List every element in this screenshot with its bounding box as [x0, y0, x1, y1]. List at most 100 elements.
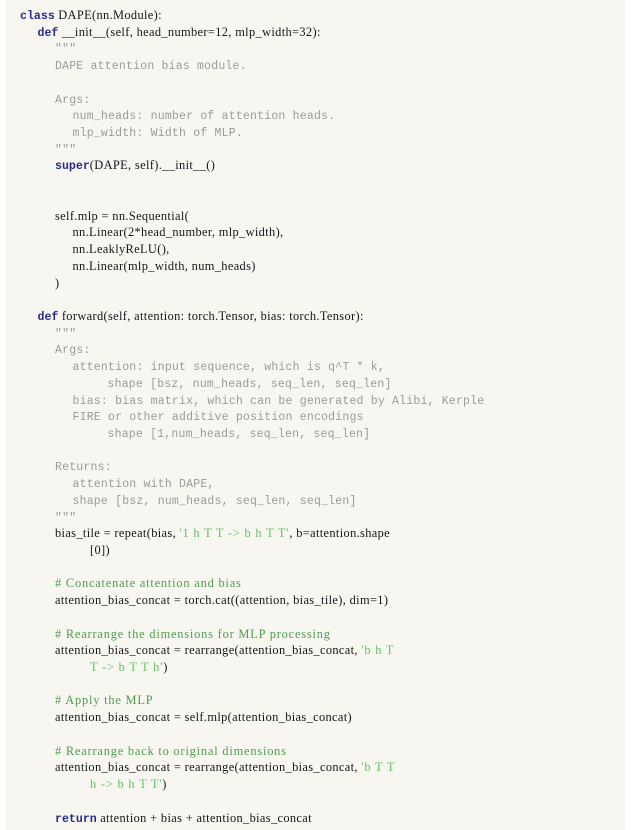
code-token-pl: attention_bias_concat = torch.cat((atten…: [55, 593, 389, 608]
code-token-pl: forward(self, attention: torch.Tensor, b…: [58, 308, 364, 323]
code-line: nn.LeaklyReLU(),: [6, 241, 625, 258]
code-token-cmt: # Apply the MLP: [55, 693, 154, 708]
code-line: nn.Linear(2*head_number, mlp_width),: [6, 224, 625, 241]
code-line: T -> b T T h'): [6, 659, 625, 676]
code-line: num_heads: number of attention heads.: [6, 107, 625, 124]
code-line: """: [6, 141, 625, 158]
code-token-doc: Returns:: [55, 461, 112, 475]
code-listing-panel: class DAPE(nn.Module): def __init__(self,…: [6, 0, 625, 830]
code-line: mlp_width: Width of MLP.: [6, 124, 625, 141]
code-line: nn.Linear(mlp_width, num_heads): [6, 258, 625, 275]
code-token-doc: attention with DAPE,: [72, 478, 215, 492]
code-token-doc: """: [55, 511, 77, 525]
code-line: super(DAPE, self).__init__(): [6, 157, 625, 174]
code-line: attention_bias_concat = torch.cat((atten…: [6, 592, 625, 609]
code-token-pl: ): [162, 777, 167, 792]
code-token-doc: DAPE attention bias module.: [55, 60, 247, 74]
code-token-pl: DAPE(nn.Module):: [54, 8, 162, 22]
code-token-doc: Args:: [55, 344, 91, 358]
code-token-kw: def: [37, 310, 59, 324]
code-line: Returns:: [6, 458, 625, 475]
code-token-pl: [0]): [90, 543, 110, 557]
code-token-pl: attention + bias + attention_bias_concat: [96, 810, 312, 825]
code-token-str: 'b T T: [361, 760, 396, 775]
code-token-pl: attention_bias_concat = rearrange(attent…: [55, 760, 362, 775]
code-token-cmt: # Concatenate attention and bias: [55, 576, 242, 591]
code-token-kw: return: [55, 812, 97, 826]
code-line: ): [6, 275, 625, 292]
code-line: bias_tile = repeat(bias, '1 h T T -> b h…: [6, 525, 625, 542]
code-token-pl: self.mlp = nn.Sequential(: [55, 208, 190, 223]
code-line: """: [6, 509, 625, 526]
code-token-kw: def: [37, 26, 59, 40]
code-line: """: [6, 325, 625, 342]
code-line: [0]): [6, 542, 625, 559]
code-line: """: [6, 40, 625, 57]
code-token-doc: bias: bias matrix, which can be generate…: [72, 394, 485, 408]
code-token-str: T -> b T T h': [90, 660, 164, 675]
code-token-doc: Args:: [55, 93, 91, 107]
code-line: def __init__(self, head_number=12, mlp_w…: [6, 24, 625, 41]
code-token-doc: shape [bsz, num_heads, seq_len, seq_len]: [107, 377, 392, 391]
code-token-doc: shape [1,num_heads, seq_len, seq_len]: [107, 427, 371, 441]
code-line: attention_bias_concat = self.mlp(attenti…: [6, 709, 625, 726]
code-line: attention with DAPE,: [6, 475, 625, 492]
code-line: attention_bias_concat = rearrange(attent…: [6, 642, 625, 659]
code-line: # Rearrange the dimensions for MLP proce…: [6, 626, 625, 643]
code-token-pl: attention_bias_concat = self.mlp(attenti…: [55, 710, 353, 725]
code-lines-container: class DAPE(nn.Module): def __init__(self,…: [6, 0, 625, 826]
code-token-kw: class: [20, 10, 55, 23]
code-line: shape [bsz, num_heads, seq_len, seq_len]: [6, 375, 625, 392]
code-token-doc: """: [55, 143, 77, 157]
code-token-doc: """: [55, 43, 77, 57]
code-token-pl: nn.Linear(2*head_number, mlp_width),: [72, 225, 284, 240]
code-token-doc: FIRE or other additive position encoding…: [72, 411, 364, 425]
code-token-cmt: # Rearrange the dimensions for MLP proce…: [55, 626, 331, 641]
code-line: attention: input sequence, which is q^T …: [6, 358, 625, 375]
code-line: attention_bias_concat = rearrange(attent…: [6, 759, 625, 776]
code-token-pl: __init__(self, head_number=12, mlp_width…: [58, 24, 321, 39]
code-token-doc: num_heads: number of attention heads.: [72, 110, 336, 124]
code-line: bias: bias matrix, which can be generate…: [6, 392, 625, 409]
code-line: shape [1,num_heads, seq_len, seq_len]: [6, 425, 625, 442]
code-line: self.mlp = nn.Sequential(: [6, 208, 625, 225]
code-line: # Rearrange back to original dimensions: [6, 743, 625, 760]
code-line: def forward(self, attention: torch.Tenso…: [6, 308, 625, 325]
code-token-kw: super: [55, 160, 90, 174]
code-token-str: h -> b h T T': [90, 777, 163, 792]
code-line: Args:: [6, 91, 625, 108]
code-line: FIRE or other additive position encoding…: [6, 408, 625, 425]
code-line: Args:: [6, 341, 625, 358]
code-token-doc: shape [bsz, num_heads, seq_len, seq_len]: [72, 494, 357, 508]
code-line: # Apply the MLP: [6, 692, 625, 709]
code-token-pl: ): [55, 275, 60, 290]
code-token-doc: attention: input sequence, which is q^T …: [72, 361, 385, 375]
code-token-pl: attention_bias_concat = rearrange(attent…: [55, 643, 362, 658]
code-line: class DAPE(nn.Module):: [6, 7, 625, 24]
code-line: return attention + bias + attention_bias…: [6, 810, 625, 827]
code-token-str: '1 h T T -> b h T T': [179, 526, 290, 541]
code-token-pl: nn.LeaklyReLU(),: [72, 242, 170, 257]
code-line: DAPE attention bias module.: [6, 57, 625, 74]
code-line: h -> b h T T'): [6, 776, 625, 793]
code-token-cmt: # Rearrange back to original dimensions: [55, 743, 287, 758]
code-token-doc: """: [55, 327, 77, 341]
code-token-str: 'b h T: [361, 643, 395, 658]
code-token-doc: mlp_width: Width of MLP.: [72, 127, 243, 141]
code-token-pl: (DAPE, self).__init__(): [89, 158, 216, 173]
code-token-pl: ): [163, 660, 168, 675]
code-line: shape [bsz, num_heads, seq_len, seq_len]: [6, 492, 625, 509]
code-line: # Concatenate attention and bias: [6, 575, 625, 592]
code-token-pl: nn.Linear(mlp_width, num_heads): [72, 258, 256, 273]
code-token-pl: , b=attention.shape: [289, 526, 391, 541]
